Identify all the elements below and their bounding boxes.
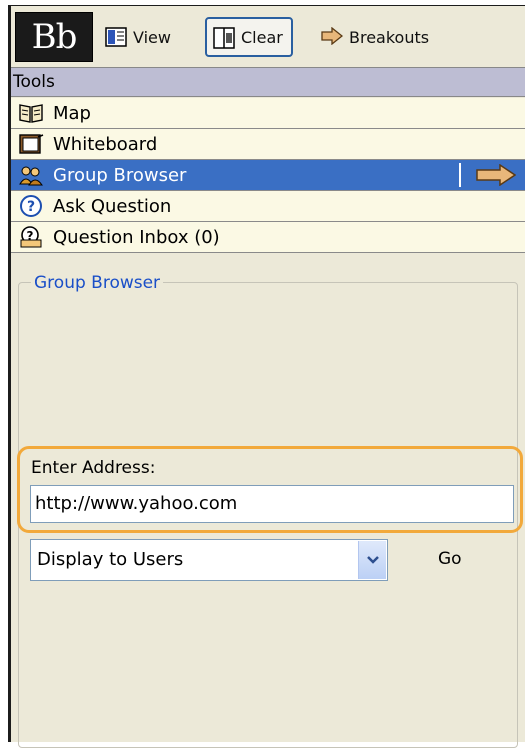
question-icon: ? <box>17 194 45 218</box>
breakouts-label: Breakouts <box>349 27 430 47</box>
breakouts-button[interactable]: Breakouts <box>321 22 429 52</box>
tool-label-whiteboard: Whiteboard <box>53 133 158 155</box>
blackboard-logo: Bb <box>15 12 93 62</box>
view-label: View <box>133 27 171 47</box>
group-browser-icon <box>17 163 45 187</box>
clear-icon <box>213 27 235 49</box>
toolbar: Bb View Clear Breakouts <box>11 6 525 64</box>
tool-label-map: Map <box>53 102 91 124</box>
logo-text: Bb <box>31 17 78 57</box>
tool-item-question-inbox[interactable]: ? Question Inbox (0) <box>11 222 525 253</box>
address-input[interactable]: http://www.yahoo.com <box>30 485 514 523</box>
tool-label-group-browser: Group Browser <box>53 164 187 186</box>
chevron-down-icon[interactable] <box>358 541 386 579</box>
expand-arrow-icon[interactable] <box>476 163 517 191</box>
tools-header: Tools <box>11 67 525 97</box>
tool-item-ask-question[interactable]: ? Ask Question <box>11 191 525 222</box>
whiteboard-icon <box>17 132 45 156</box>
display-select[interactable]: Display to Users <box>30 539 388 581</box>
address-label: Enter Address: <box>31 458 156 478</box>
go-button[interactable]: Go <box>438 549 462 569</box>
display-select-value: Display to Users <box>37 549 184 570</box>
map-book-icon <box>17 101 45 125</box>
svg-text:?: ? <box>27 199 35 215</box>
clear-label: Clear <box>241 27 283 47</box>
view-icon <box>105 27 127 47</box>
tool-item-whiteboard[interactable]: Whiteboard <box>11 129 525 160</box>
collaboration-window: Bb View Clear Breakouts Tools Map Whiteb… <box>8 5 525 748</box>
question-inbox-icon: ? <box>17 225 45 249</box>
group-browser-legend: Group Browser <box>31 273 164 293</box>
tool-label-question-inbox: Question Inbox (0) <box>53 226 220 248</box>
breakouts-arrow-icon <box>321 26 344 47</box>
selection-divider <box>459 163 461 187</box>
clear-button[interactable]: Clear <box>205 17 293 57</box>
tool-label-ask-question: Ask Question <box>53 195 172 217</box>
view-button[interactable]: View <box>105 22 171 52</box>
tool-item-map[interactable]: Map <box>11 98 525 129</box>
tool-item-group-browser[interactable]: Group Browser <box>11 160 525 191</box>
